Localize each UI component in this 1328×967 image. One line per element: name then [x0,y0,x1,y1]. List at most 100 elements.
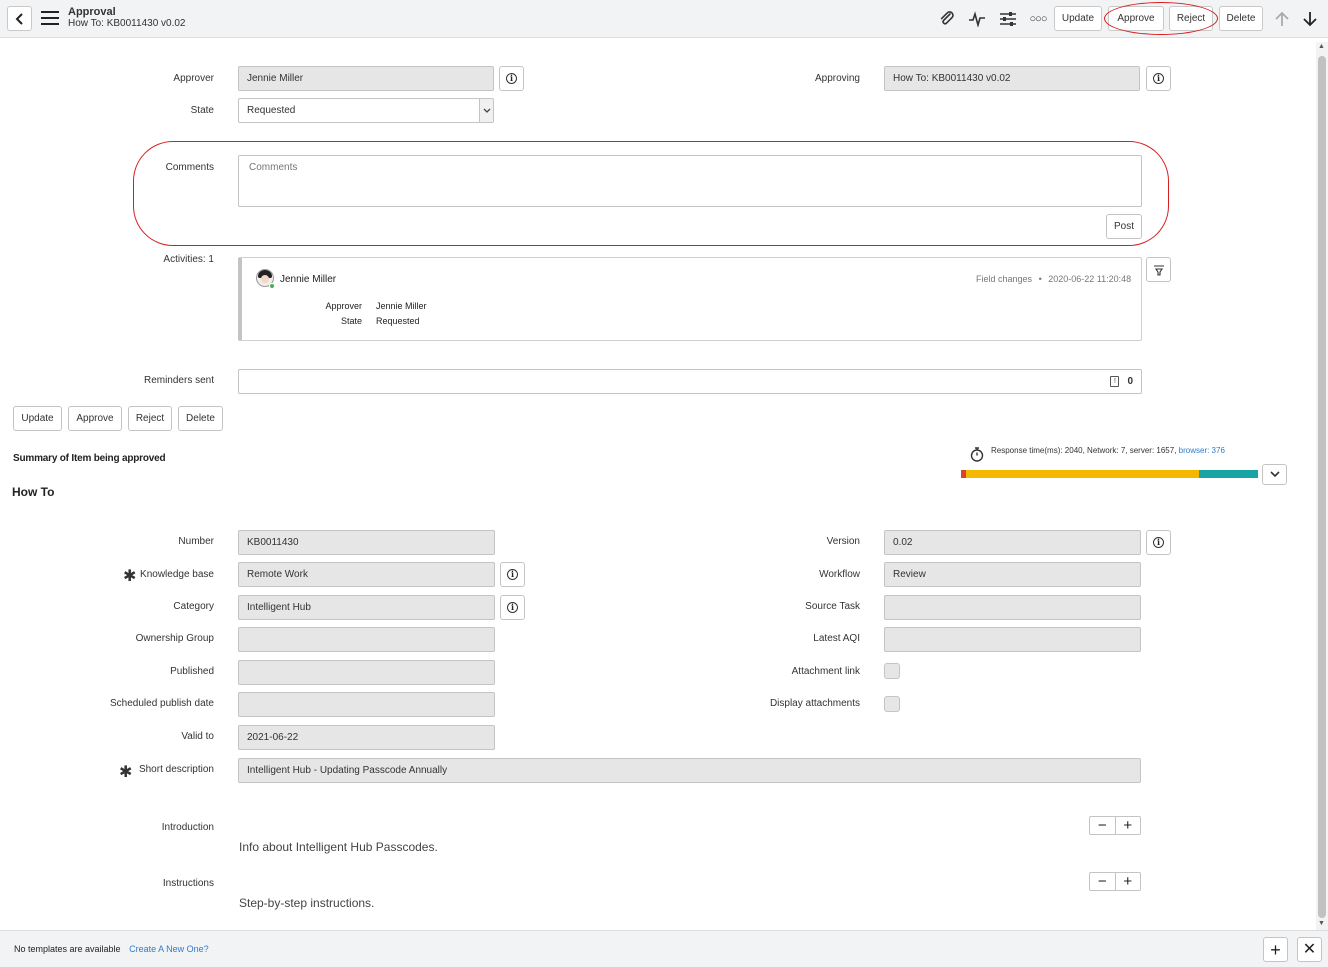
minus-icon[interactable]: − [1090,873,1116,890]
approving-info-button[interactable]: i [1146,66,1171,91]
instructions-size-control: − + [1089,872,1141,891]
templates-bar: No templates are available Create A New … [0,930,1328,967]
close-templates-button[interactable]: ✕ [1297,937,1322,962]
reject-button[interactable]: Reject [128,406,172,431]
category-label: Category [173,601,214,612]
scheduled-publish-date-field [238,692,495,717]
info-icon: i [1153,73,1164,84]
activity-filter-button[interactable] [1146,257,1171,282]
version-field: 0.02 [884,530,1141,555]
timing-bar [961,470,1258,478]
latest-aqi-label: Latest AQI [813,633,860,644]
minus-icon[interactable]: − [1090,817,1116,834]
update-button[interactable]: Update [13,406,62,431]
header-delete-button[interactable]: Delete [1219,6,1263,31]
display-attachments-label: Display attachments [769,698,860,709]
activity-type-text: Field changes [976,274,1033,284]
approver-label: Approver [173,73,214,84]
activity-icon[interactable] [967,9,987,29]
chevron-down-icon [1269,471,1280,478]
display-attachments-checkbox[interactable] [884,696,900,712]
comments-textarea[interactable] [238,155,1142,207]
category-info-button[interactable]: i [500,595,525,620]
reminders-value: 0 [1127,376,1133,387]
timing-bar-browser [1198,470,1258,478]
approver-info-button[interactable]: i [499,66,524,91]
introduction-label: Introduction [161,822,214,833]
change-field: Approver [325,301,362,311]
approver-field: Jennie Miller [238,66,494,91]
summary-type: How To [12,485,55,499]
approving-field: How To: KB0011430 v0.02 [884,66,1140,91]
workflow-label: Workflow [819,569,860,580]
back-button[interactable] [7,6,32,31]
expand-timing-button[interactable] [1262,464,1287,485]
change-value: Requested [376,316,420,326]
plus-icon: + [1270,939,1281,960]
post-button[interactable]: Post [1106,214,1142,239]
attachment-link-checkbox[interactable] [884,663,900,679]
header-update-button[interactable]: Update [1054,6,1102,31]
plus-icon[interactable]: + [1116,873,1141,890]
change-field: State [340,316,362,326]
knowledge-base-info-button[interactable]: i [500,562,525,587]
number-field: KB0011430 [238,530,495,555]
plus-icon[interactable]: + [1116,817,1141,834]
form-title: Approval [68,6,116,18]
scroll-down-icon[interactable]: ▼ [1318,920,1325,927]
version-info-button[interactable]: i [1146,530,1171,555]
more-icon[interactable]: ○○○ [1028,9,1048,29]
reminders-label: Reminders sent [143,375,214,386]
info-icon: i [507,569,518,580]
activities-label: Activities: 1 [163,254,214,265]
counter-icon: ! [1110,376,1120,387]
info-icon: i [506,73,517,84]
version-label: Version [826,536,860,547]
delete-button[interactable]: Delete [178,406,223,431]
state-select[interactable]: Requested [238,98,494,123]
filter-icon [1153,264,1164,276]
browser-link[interactable]: browser: 376 [1179,446,1225,455]
chevron-down-icon [479,99,493,122]
workflow-field: Review [884,562,1141,587]
templates-text: No templates are available Create A New … [14,944,209,954]
instructions-text: Step-by-step instructions. [239,896,375,910]
short-description-field: Intelligent Hub - Updating Passcode Annu… [238,758,1141,783]
category-field: Intelligent Hub [238,595,495,620]
settings-sliders-icon[interactable] [998,9,1018,29]
response-time-text: Response time(ms): 2040, Network: 7, ser… [991,446,1225,455]
published-field [238,660,495,685]
paperclip-icon[interactable] [937,9,957,29]
knowledge-base-field: Remote Work [238,562,495,587]
arrow-up-icon[interactable] [1272,9,1292,29]
no-templates-text: No templates are available [14,944,121,954]
menu-icon[interactable] [41,11,59,25]
activity-card: Jennie Miller Field changes • 2020-06-22… [238,257,1142,341]
valid-to-field: 2021-06-22 [238,725,495,750]
info-icon: i [1153,537,1164,548]
chevron-left-icon [15,12,23,25]
source-task-label: Source Task [805,601,860,612]
activity-user: Jennie Miller [280,274,337,285]
approving-label: Approving [814,73,860,84]
introduction-text: Info about Intelligent Hub Passcodes. [239,840,438,854]
arrow-down-icon[interactable] [1300,9,1320,29]
scrollbar-thumb[interactable] [1318,56,1326,918]
scheduled-publish-date-label: Scheduled publish date [110,698,214,709]
activity-timestamp: 2020-06-22 11:20:48 [1048,274,1132,284]
change-value: Jennie Miller [376,301,427,311]
response-time-values: Response time(ms): 2040, Network: 7, ser… [991,446,1177,455]
published-label: Published [170,666,214,677]
activity-type: Field changes • 2020-06-22 11:20:48 [976,274,1131,284]
add-template-button[interactable]: + [1263,937,1288,962]
valid-to-label: Valid to [181,731,214,742]
scroll-up-icon[interactable]: ▲ [1318,43,1325,50]
annotation-circle [1104,2,1218,35]
instructions-label: Instructions [162,878,214,889]
ownership-group-field [238,627,495,652]
create-template-link[interactable]: Create A New One? [129,944,209,954]
approve-button[interactable]: Approve [68,406,122,431]
latest-aqi-field [884,627,1141,652]
reminders-field: ! 0 [238,369,1142,394]
short-description-label: Short description [138,764,214,775]
